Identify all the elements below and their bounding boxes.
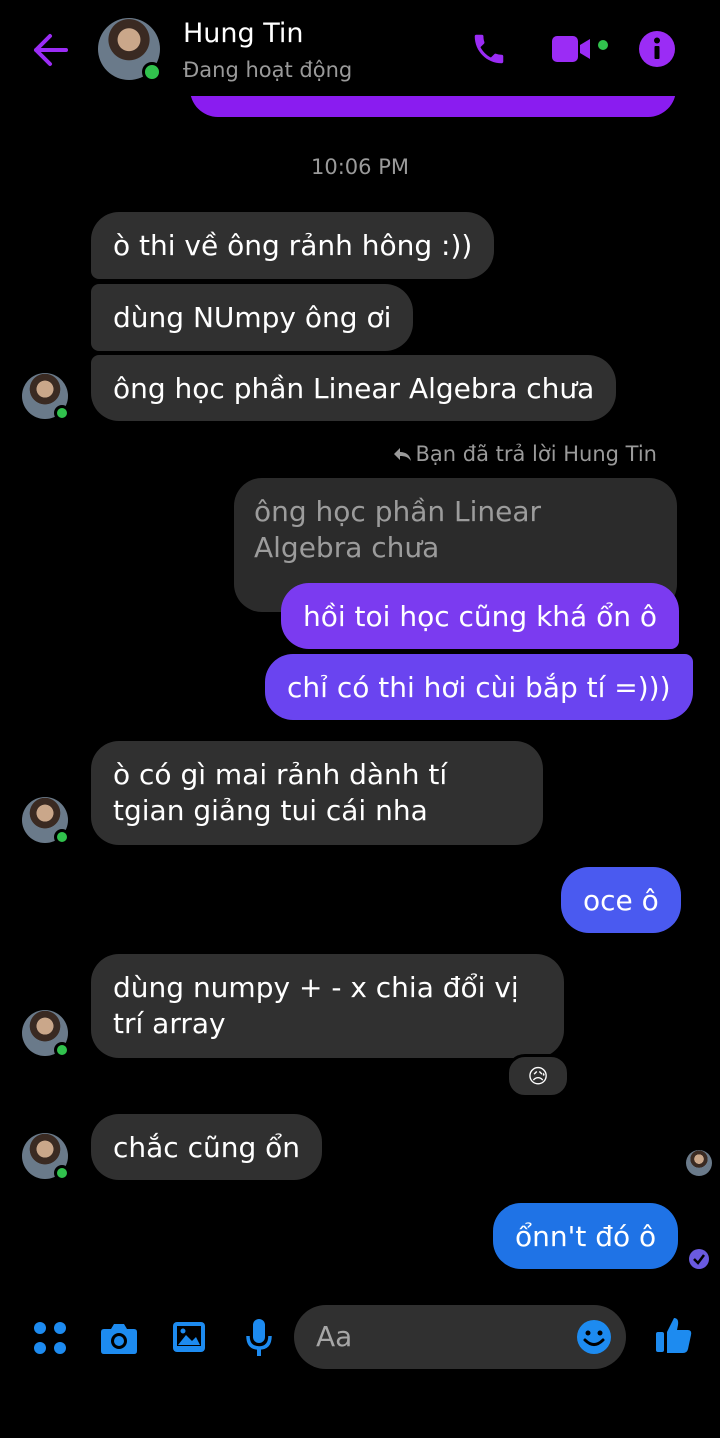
back-arrow-icon[interactable] xyxy=(30,30,70,70)
message-incoming[interactable]: dùng NUmpy ông ơi xyxy=(91,284,414,351)
reply-arrow-icon xyxy=(393,448,411,461)
message-incoming[interactable]: ò có gì mai rảnh dành tí tgian giảng tui… xyxy=(91,741,543,845)
reply-label: Bạn đã trả lời Hung Tin xyxy=(392,442,657,466)
online-indicator xyxy=(54,1165,70,1181)
microphone-icon[interactable] xyxy=(245,1318,273,1358)
contact-name[interactable]: Hung Tin xyxy=(183,18,304,49)
gallery-icon[interactable] xyxy=(172,1321,206,1353)
active-status: Đang hoạt động xyxy=(183,58,353,82)
message-input-placeholder[interactable]: Aa xyxy=(316,1320,352,1353)
message-incoming[interactable]: dùng numpy + - x chia đổi vị trí array xyxy=(91,954,564,1058)
message-incoming[interactable]: ông học phần Linear Algebra chưa xyxy=(91,355,617,421)
reply-label-text: Bạn đã trả lời Hung Tin xyxy=(415,442,657,466)
phone-icon[interactable] xyxy=(470,30,508,68)
message-incoming[interactable]: ò thi về ông rảnh hông :)) xyxy=(91,212,495,279)
online-indicator xyxy=(142,62,162,82)
thumbs-up-icon[interactable] xyxy=(655,1315,693,1355)
message-outgoing[interactable]: ổnn't đó ô xyxy=(493,1203,679,1269)
timestamp: 10:06 PM xyxy=(311,155,409,179)
message-incoming[interactable]: chắc cũng ổn xyxy=(91,1114,323,1180)
video-active-dot xyxy=(598,40,608,50)
message-reaction[interactable]: 😥 xyxy=(506,1054,570,1098)
online-indicator xyxy=(54,829,70,845)
info-icon[interactable] xyxy=(639,31,675,67)
video-call-icon[interactable] xyxy=(552,34,596,64)
seen-avatar xyxy=(686,1150,712,1176)
camera-icon[interactable] xyxy=(100,1321,138,1355)
message-outgoing[interactable]: oce ô xyxy=(561,867,681,933)
menu-dots-icon[interactable] xyxy=(33,1321,67,1355)
message-outgoing[interactable]: hồi toi học cũng khá ổn ô xyxy=(281,583,680,649)
emoji-icon[interactable] xyxy=(576,1319,612,1355)
message-outgoing[interactable]: chỉ có thi hơi cùi bắp tí =))) xyxy=(265,654,693,720)
delivered-check-icon xyxy=(689,1249,709,1269)
online-indicator xyxy=(54,1042,70,1058)
online-indicator xyxy=(54,405,70,421)
chat-header: Hung Tin Đang hoạt động xyxy=(0,0,720,96)
